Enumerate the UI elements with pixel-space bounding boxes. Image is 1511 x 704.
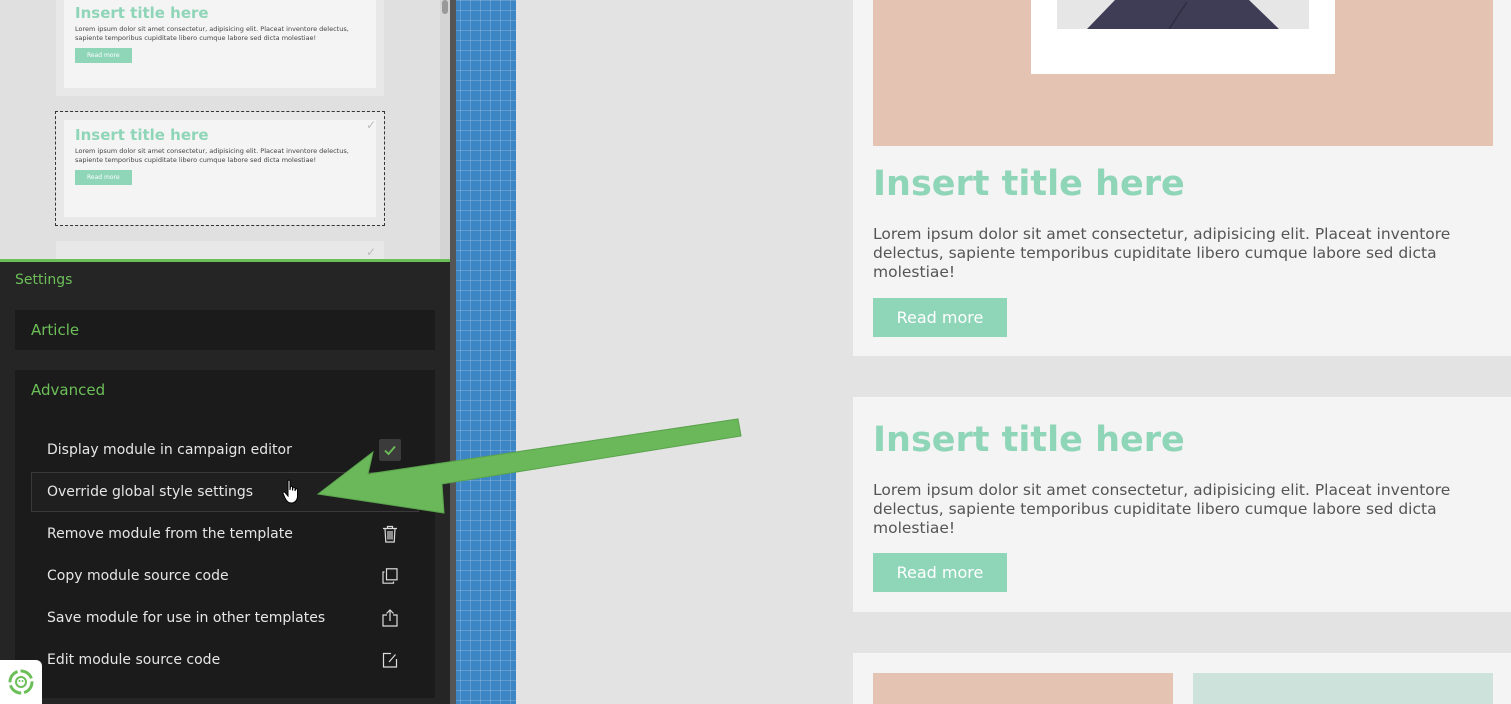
save-module-option[interactable]: Save module for use in other templates [31,598,419,638]
option-label: Save module for use in other templates [47,610,326,626]
module-thumbnail-selected[interactable]: ✓ Insert title here Lorem ipsum dolor si… [55,111,385,226]
article-title[interactable]: Insert title here [873,420,1185,460]
share-icon[interactable] [379,607,401,629]
option-label: Override global style settings [47,484,254,500]
module-list-scrollbar[interactable] [440,0,450,262]
canvas-grid-background [450,0,516,704]
option-label: Remove module from the template [47,526,293,542]
copy-icon[interactable] [379,565,401,587]
advanced-section-header[interactable]: Advanced [15,370,435,410]
column-image-right [1193,673,1493,704]
module-list: Insert title here Lorem ipsum dolor sit … [0,0,450,262]
option-label: Edit module source code [47,652,221,668]
thumbnail-title: Insert title here [75,4,209,22]
read-more-button[interactable]: Read more [873,553,1007,592]
thumbnail-read-more-button: Read more [75,48,132,63]
article-body[interactable]: Lorem ipsum dolor sit amet consectetur, … [873,225,1453,282]
thumbnail-title: Insert title here [75,126,209,144]
trash-icon[interactable] [379,523,401,545]
check-icon: ✓ [365,245,376,259]
option-label: Display module in campaign editor [47,442,292,458]
copy-source-option[interactable]: Copy module source code [31,556,419,596]
logo-icon [8,669,34,695]
app-logo[interactable] [0,660,42,704]
article-section-header[interactable]: Article [15,310,435,350]
column-image-left [873,673,1173,704]
check-icon: ✓ [365,118,376,132]
remove-module-option[interactable]: Remove module from the template [31,514,419,554]
thumbnail-body: Lorem ipsum dolor sit amet consectetur, … [75,147,349,164]
panel-divider[interactable] [450,0,456,704]
article-body[interactable]: Lorem ipsum dolor sit amet consectetur, … [873,481,1453,538]
hero-photo [1057,0,1309,29]
edit-icon[interactable] [379,649,401,671]
module-thumbnail[interactable]: Insert title here Lorem ipsum dolor sit … [56,0,384,96]
read-more-button[interactable]: Read more [873,298,1007,337]
option-label: Copy module source code [47,568,229,584]
article-section[interactable]: Article [15,310,435,350]
thumbnail-read-more-button: Read more [75,170,132,185]
edit-source-option[interactable]: Edit module source code [31,640,419,680]
thumbnail-body: Lorem ipsum dolor sit amet consectetur, … [75,25,349,42]
annotation-arrow-icon [316,418,742,514]
hand-cursor-icon [282,479,298,504]
settings-title: Settings [15,272,73,288]
article-title[interactable]: Insert title here [873,164,1185,204]
